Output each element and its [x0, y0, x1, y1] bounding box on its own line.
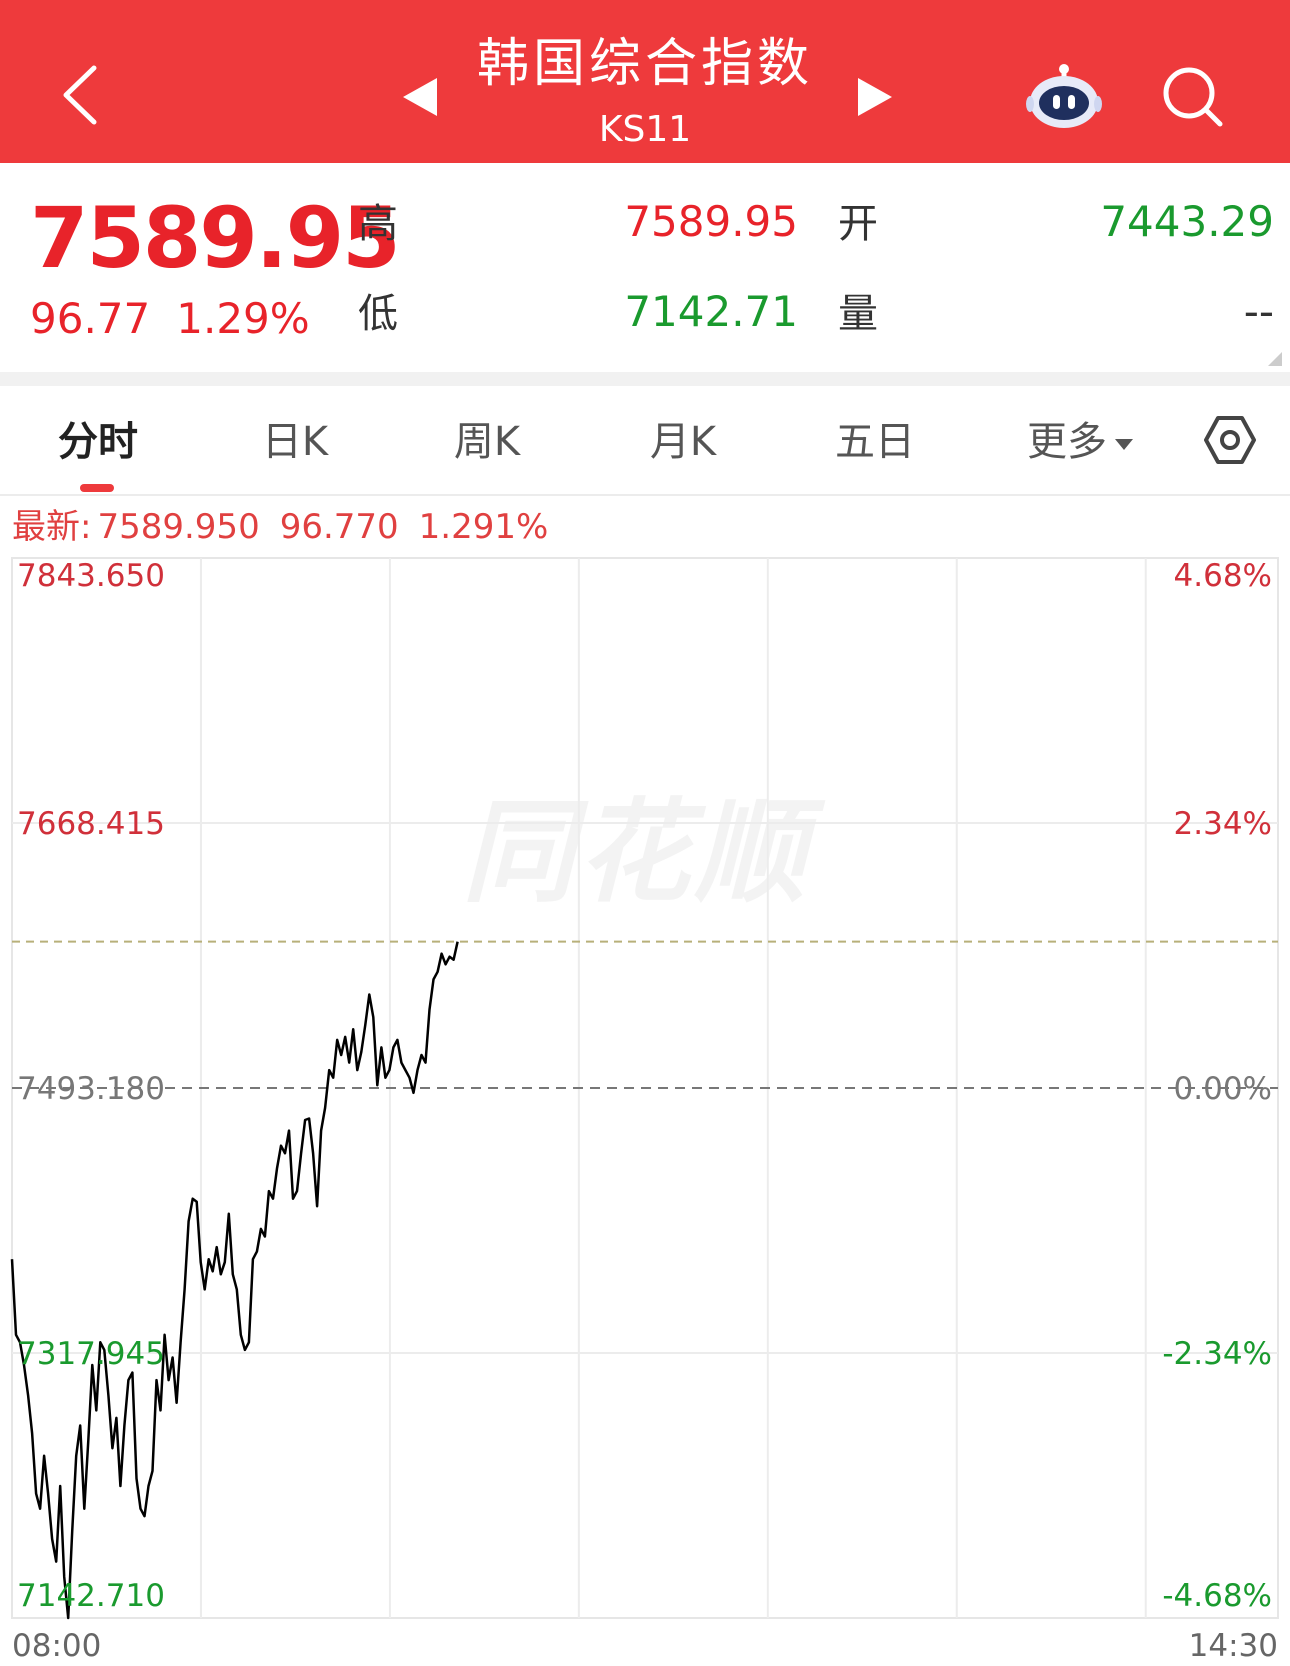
percent-axis-label: -2.34%	[1162, 1336, 1272, 1372]
low-label: 低	[358, 291, 398, 337]
index-code: KS11	[598, 109, 692, 150]
volume-value: --	[1243, 287, 1274, 336]
next-triangle-icon[interactable]	[858, 78, 892, 116]
change-row: 96.77 1.29%	[30, 293, 336, 345]
tab-daily-k[interactable]: 日K	[240, 416, 350, 468]
section-divider	[0, 372, 1290, 386]
active-tab-indicator	[80, 484, 114, 492]
tab-more[interactable]: 更多	[1010, 416, 1150, 468]
high-value: 7589.95	[624, 197, 798, 246]
back-icon[interactable]	[58, 60, 108, 130]
expand-corner-icon[interactable]	[1268, 352, 1282, 366]
latest-pct: 1.291%	[418, 507, 549, 547]
settings-hexagon-icon[interactable]	[1204, 414, 1256, 466]
percent-axis-label: -4.68%	[1162, 1578, 1272, 1614]
latest-change: 96.770	[279, 507, 399, 547]
percent-axis-label: 0.00%	[1174, 1071, 1272, 1107]
latest-label: 最新:	[12, 507, 92, 547]
y-axis-label: 7493.180	[17, 1071, 165, 1107]
tabs-divider	[0, 494, 1290, 496]
open-label: 开	[838, 201, 878, 247]
latest-quote-row: 最新: 7589.950 96.770 1.291%	[12, 505, 568, 549]
prev-triangle-icon[interactable]	[403, 78, 437, 116]
app-header: 韩国综合指数 KS11	[0, 0, 1290, 163]
y-axis-label: 7317.945	[17, 1336, 165, 1372]
index-title: 韩国综合指数	[476, 34, 813, 94]
tab-five-day[interactable]: 五日	[820, 416, 930, 468]
intraday-chart[interactable]: 7843.650 7668.415 7493.180 7317.945 7142.710…	[0, 550, 1290, 1666]
percent-axis-label: 2.34%	[1174, 806, 1272, 842]
change-percent: 1.29%	[176, 294, 310, 343]
low-value: 7142.71	[624, 287, 798, 336]
robot-assistant-icon[interactable]	[1026, 60, 1102, 132]
tab-monthly-k[interactable]: 月K	[628, 416, 738, 468]
volume-label: 量	[838, 291, 878, 337]
change-value: 96.77	[30, 294, 151, 343]
open-value: 7443.29	[1100, 197, 1274, 246]
y-axis-label: 7142.710	[17, 1578, 165, 1614]
y-axis-label: 7668.415	[17, 806, 165, 842]
current-price: 7589.95	[30, 189, 401, 287]
x-axis-start-label: 08:00	[12, 1628, 101, 1664]
tab-intraday[interactable]: 分时	[50, 416, 146, 468]
chart-tabs: 分时 日K 周K 月K 五日 更多	[0, 386, 1290, 494]
tab-more-label: 更多	[1027, 419, 1107, 465]
latest-price: 7589.950	[97, 507, 260, 547]
search-icon[interactable]	[1160, 64, 1226, 130]
percent-axis-label: 4.68%	[1174, 558, 1272, 594]
y-axis-label: 7843.650	[17, 558, 165, 594]
x-axis-end-label: 14:30	[1189, 1628, 1278, 1664]
caret-down-icon	[1115, 438, 1133, 450]
high-label: 高	[358, 201, 398, 247]
tab-weekly-k[interactable]: 周K	[432, 416, 542, 468]
